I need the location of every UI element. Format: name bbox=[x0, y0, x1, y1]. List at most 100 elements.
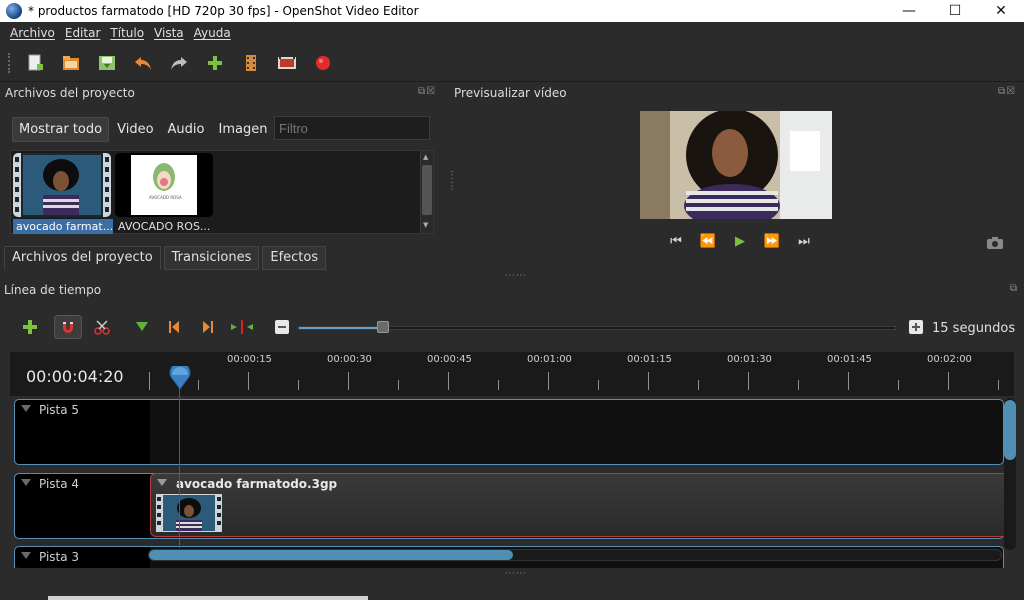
play-button[interactable]: ▶ bbox=[724, 234, 756, 249]
timeline-horizontal-scroll-thumb[interactable] bbox=[149, 550, 513, 560]
file-list-scrollbar[interactable]: ▲ ▼ bbox=[420, 151, 433, 233]
ruler-label: 00:02:00 bbox=[927, 354, 972, 365]
zoom-out-icon[interactable] bbox=[272, 318, 292, 336]
ruler-tick bbox=[748, 372, 749, 390]
filter-image-button[interactable]: Imagen bbox=[212, 118, 273, 141]
menu-editar[interactable]: Editar bbox=[65, 26, 101, 40]
open-project-icon[interactable] bbox=[58, 50, 84, 76]
file-label-video[interactable]: avocado farmat... bbox=[13, 219, 113, 234]
minimize-button[interactable]: — bbox=[886, 0, 932, 22]
file-filter-buttons: Mostrar todo Video Audio Imagen bbox=[12, 116, 275, 142]
rewind-button[interactable]: ⏪ bbox=[692, 234, 724, 249]
export-film-icon[interactable] bbox=[274, 50, 300, 76]
menu-vista[interactable]: Vista bbox=[154, 26, 184, 40]
save-project-icon[interactable] bbox=[94, 50, 120, 76]
ruler-tick bbox=[648, 372, 649, 390]
jump-to-start-button[interactable]: ⏮ bbox=[660, 234, 692, 249]
menu-ayuda[interactable]: Ayuda bbox=[194, 26, 231, 40]
tab-effects[interactable]: Efectos bbox=[262, 246, 327, 270]
file-label-image[interactable]: AVOCADO ROS... bbox=[115, 219, 215, 234]
ruler-tick bbox=[248, 372, 249, 390]
timeline-panel-title: Línea de tiempo bbox=[4, 283, 102, 297]
zoom-slider-handle[interactable] bbox=[377, 321, 389, 333]
ruler-label: 00:00:45 bbox=[427, 354, 472, 365]
undo-icon[interactable] bbox=[130, 50, 156, 76]
jump-to-end-button[interactable]: ⏭ bbox=[788, 234, 820, 249]
file-thumbnail-video[interactable] bbox=[13, 153, 111, 217]
ruler-tick bbox=[848, 372, 849, 390]
track-header[interactable]: Pista 3 bbox=[15, 547, 150, 568]
menu-archivo[interactable]: Archivo bbox=[10, 26, 55, 40]
ruler-tick bbox=[598, 380, 599, 390]
project-tabs: Archivos del proyecto Transiciones Efect… bbox=[4, 246, 329, 270]
zoom-in-icon[interactable] bbox=[906, 318, 926, 336]
ruler-tick bbox=[548, 372, 549, 390]
ruler-tick bbox=[698, 380, 699, 390]
filter-video-button[interactable]: Video bbox=[111, 118, 159, 141]
tab-project-files[interactable]: Archivos del proyecto bbox=[4, 246, 161, 270]
track-collapse-arrow-icon[interactable] bbox=[21, 405, 31, 412]
center-playhead-icon[interactable] bbox=[230, 318, 254, 336]
preview-panel-float-icons[interactable]: ⧉☒ bbox=[998, 86, 1016, 97]
next-marker-icon[interactable] bbox=[198, 318, 218, 336]
bottom-splitter-handle[interactable]: ⋯⋯ bbox=[505, 568, 527, 579]
main-toolbar bbox=[0, 44, 1024, 82]
maximize-button[interactable]: ☐ bbox=[932, 0, 978, 22]
ruler-tick bbox=[948, 372, 949, 390]
timeline-float-icon[interactable]: ⧉ bbox=[1010, 283, 1018, 294]
track-collapse-arrow-icon[interactable] bbox=[21, 479, 31, 486]
camera-icon[interactable] bbox=[986, 236, 1004, 253]
track-header[interactable]: Pista 5 bbox=[15, 400, 150, 464]
redo-icon[interactable] bbox=[166, 50, 192, 76]
razor-icon[interactable] bbox=[92, 318, 112, 336]
ruler-tick bbox=[798, 380, 799, 390]
record-icon[interactable] bbox=[310, 50, 336, 76]
bottom-status-strip bbox=[48, 596, 368, 600]
filter-show-all-button[interactable]: Mostrar todo bbox=[12, 116, 110, 142]
scroll-up-arrow-icon[interactable]: ▲ bbox=[423, 153, 428, 161]
clip-menu-arrow-icon[interactable] bbox=[157, 479, 167, 486]
track-collapse-arrow-icon[interactable] bbox=[21, 552, 31, 559]
choose-profile-icon[interactable] bbox=[238, 50, 264, 76]
openshot-logo-icon bbox=[6, 3, 22, 19]
ruler-start-tick bbox=[149, 372, 150, 390]
current-timecode: 00:00:04:20 bbox=[26, 367, 124, 386]
project-panel-float-icons[interactable]: ⧉☒ bbox=[418, 86, 436, 97]
timeline-vertical-scroll-thumb[interactable] bbox=[1004, 400, 1016, 460]
fast-forward-button[interactable]: ⏩ bbox=[756, 234, 788, 249]
ruler-label: 00:01:15 bbox=[627, 354, 672, 365]
playhead-marker-icon[interactable] bbox=[168, 362, 192, 393]
ruler-label: 00:00:15 bbox=[227, 354, 272, 365]
ruler-tick bbox=[898, 380, 899, 390]
track-name: Pista 4 bbox=[39, 477, 80, 491]
vertical-splitter-handle[interactable]: ⋯⋯ bbox=[446, 170, 457, 192]
ruler-tick bbox=[398, 380, 399, 390]
scroll-down-arrow-icon[interactable]: ▼ bbox=[423, 221, 428, 229]
track-name: Pista 5 bbox=[39, 403, 80, 417]
snapping-toggle[interactable] bbox=[54, 315, 82, 339]
menu-bar: Archivo Editar Título Vista Ayuda bbox=[0, 22, 1024, 44]
ruler-tick bbox=[298, 380, 299, 390]
track-header[interactable]: Pista 4 bbox=[15, 474, 150, 538]
track-pista-5[interactable]: Pista 5 bbox=[14, 399, 1004, 465]
ruler-tick bbox=[448, 372, 449, 390]
add-marker-icon[interactable] bbox=[132, 318, 152, 336]
import-files-icon[interactable] bbox=[202, 50, 228, 76]
file-thumbnail-image[interactable]: AVOCADO ROSA bbox=[115, 153, 213, 217]
ruler-tick bbox=[498, 380, 499, 390]
clip-name: avocado farmatodo.3gp bbox=[176, 477, 338, 491]
toolbar-grip[interactable] bbox=[8, 52, 12, 73]
preview-panel-title: Previsualizar vídeo bbox=[454, 86, 567, 100]
add-track-icon[interactable] bbox=[20, 318, 40, 336]
file-list-scroll-thumb[interactable] bbox=[422, 165, 432, 215]
video-preview[interactable] bbox=[640, 111, 832, 219]
filter-audio-button[interactable]: Audio bbox=[162, 118, 211, 141]
close-button[interactable]: ✕ bbox=[978, 0, 1024, 22]
previous-marker-icon[interactable] bbox=[164, 318, 184, 336]
menu-titulo[interactable]: Título bbox=[110, 26, 144, 40]
filter-input[interactable] bbox=[274, 116, 430, 140]
tab-transitions[interactable]: Transiciones bbox=[163, 246, 260, 270]
new-project-icon[interactable] bbox=[22, 50, 48, 76]
horizontal-splitter-handle[interactable]: ⋯⋯ bbox=[505, 270, 527, 281]
project-panel-title: Archivos del proyecto bbox=[5, 86, 135, 100]
